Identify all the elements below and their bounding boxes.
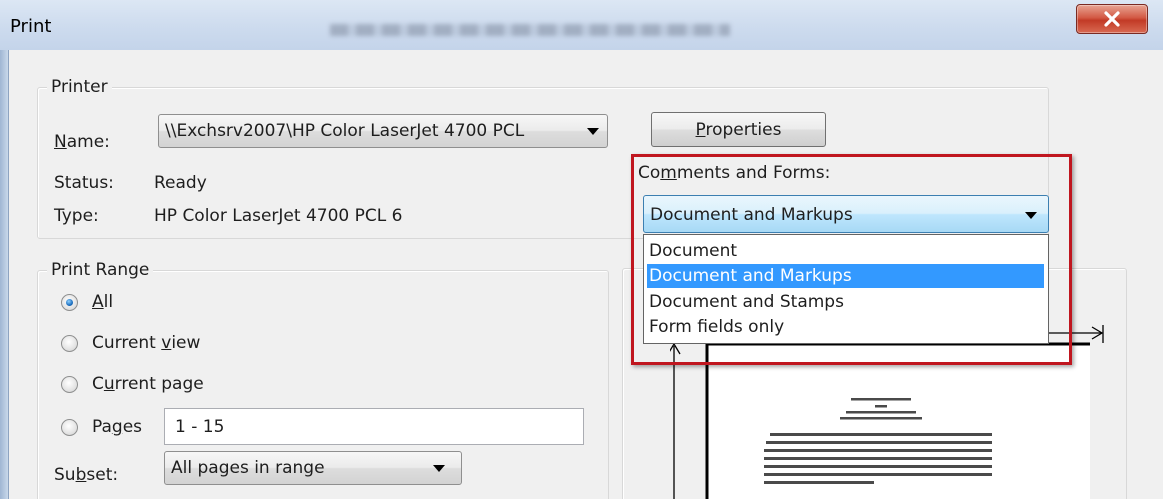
radio-all-label[interactable]: All — [92, 292, 113, 312]
properties-button[interactable]: Properties — [651, 112, 826, 147]
radio-current-page-label[interactable]: Current page — [92, 374, 204, 394]
close-button[interactable] — [1076, 4, 1148, 34]
radio-current-page[interactable] — [61, 376, 78, 393]
subset-select[interactable]: All pages in range — [164, 451, 462, 485]
properties-button-label: Properties — [695, 119, 782, 140]
status-label: Status: — [54, 173, 114, 193]
name-label: Name: — [54, 132, 110, 152]
blurred-window-caption — [330, 24, 730, 36]
type-label: Type: — [54, 206, 99, 226]
printer-name-value: \\Exchsrv2007\HP Color LaserJet 4700 PCL — [165, 121, 525, 141]
printer-name-select[interactable]: \\Exchsrv2007\HP Color LaserJet 4700 PCL — [158, 114, 608, 148]
window-title: Print — [10, 16, 52, 37]
radio-all[interactable] — [61, 294, 78, 311]
print-range-group-label: Print Range — [47, 260, 154, 280]
status-value: Ready — [154, 173, 207, 193]
pages-input[interactable]: 1 - 15 — [164, 408, 584, 445]
pages-input-value: 1 - 15 — [175, 417, 225, 437]
close-icon — [1104, 11, 1120, 27]
type-value: HP Color LaserJet 4700 PCL 6 — [154, 206, 403, 226]
subset-value: All pages in range — [171, 458, 325, 478]
callout-highlight-box — [631, 154, 1072, 365]
chevron-down-icon — [433, 465, 445, 472]
chevron-down-icon — [587, 128, 599, 135]
window-left-border — [0, 50, 8, 499]
radio-current-view[interactable] — [61, 335, 78, 352]
printer-group-label: Printer — [47, 77, 112, 97]
title-bar: Print — [0, 0, 1163, 50]
radio-pages[interactable] — [61, 419, 78, 436]
radio-current-view-label[interactable]: Current view — [92, 333, 200, 353]
subset-label: Subset: — [54, 465, 119, 485]
radio-pages-label[interactable]: Pages — [92, 417, 142, 437]
